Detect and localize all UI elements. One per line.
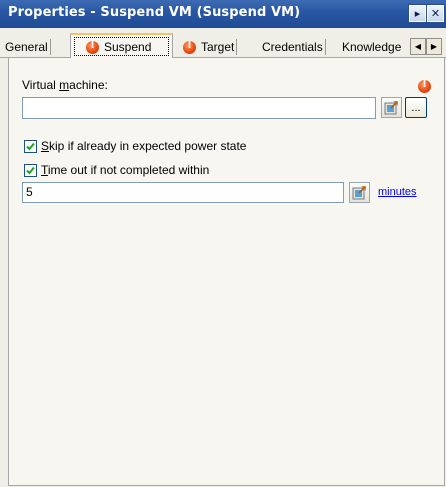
tab-knowledge[interactable]: Knowledge [342,37,410,57]
tab-general-label: General [5,40,48,54]
tab-scroll-arrows: ◀ ▶ [410,38,442,55]
required-error-icon [418,79,431,93]
virtual-machine-input[interactable] [22,97,376,119]
tab-separator [324,39,326,55]
tab-suspend[interactable]: Suspend [86,37,151,57]
checkmark-icon [26,166,35,175]
tab-suspend-label: Suspend [104,40,152,54]
suspend-panel [8,58,445,486]
title-bar[interactable]: Properties - Suspend VM (Suspend VM) ▸ ✕ [0,0,446,29]
browse-icon [384,101,398,115]
tab-scroll-left-button[interactable]: ◀ [410,38,426,55]
browse-icon [352,186,366,200]
tab-separator [236,39,238,55]
timeout-input[interactable]: 5 [22,182,344,203]
virtual-machine-label: Virtual machine: [22,78,108,92]
close-button[interactable]: ✕ [426,4,445,23]
checkmark-icon [26,142,35,151]
tab-credentials[interactable]: Credentials [262,37,326,57]
tab-target-label: Target [201,40,235,54]
ellipsis-button[interactable]: ... [405,97,427,118]
skip-if-in-state-checkbox[interactable] [24,140,37,153]
error-icon [86,40,99,54]
tab-target[interactable]: Target [183,37,238,57]
tab-credentials-label: Credentials [262,40,323,54]
timeout-checkbox[interactable] [24,164,37,177]
timeout-variable-button[interactable] [349,182,370,203]
error-icon [183,40,196,54]
timeout-label: Time out if not completed within [41,163,210,177]
properties-window: Properties - Suspend VM (Suspend VM) ▸ ✕… [0,0,446,487]
skip-if-in-state-label: Skip if already in expected power state [41,139,247,153]
window-title: Properties - Suspend VM (Suspend VM) [8,5,301,20]
tab-general[interactable]: General [5,37,51,57]
browse-vm-button[interactable] [381,97,402,118]
dock-button[interactable]: ▸ [408,4,427,23]
minutes-link[interactable]: minutes [378,186,417,198]
tab-knowledge-label: Knowledge [342,40,402,54]
tab-separator [49,39,51,55]
tab-scroll-right-button[interactable]: ▶ [426,38,442,55]
